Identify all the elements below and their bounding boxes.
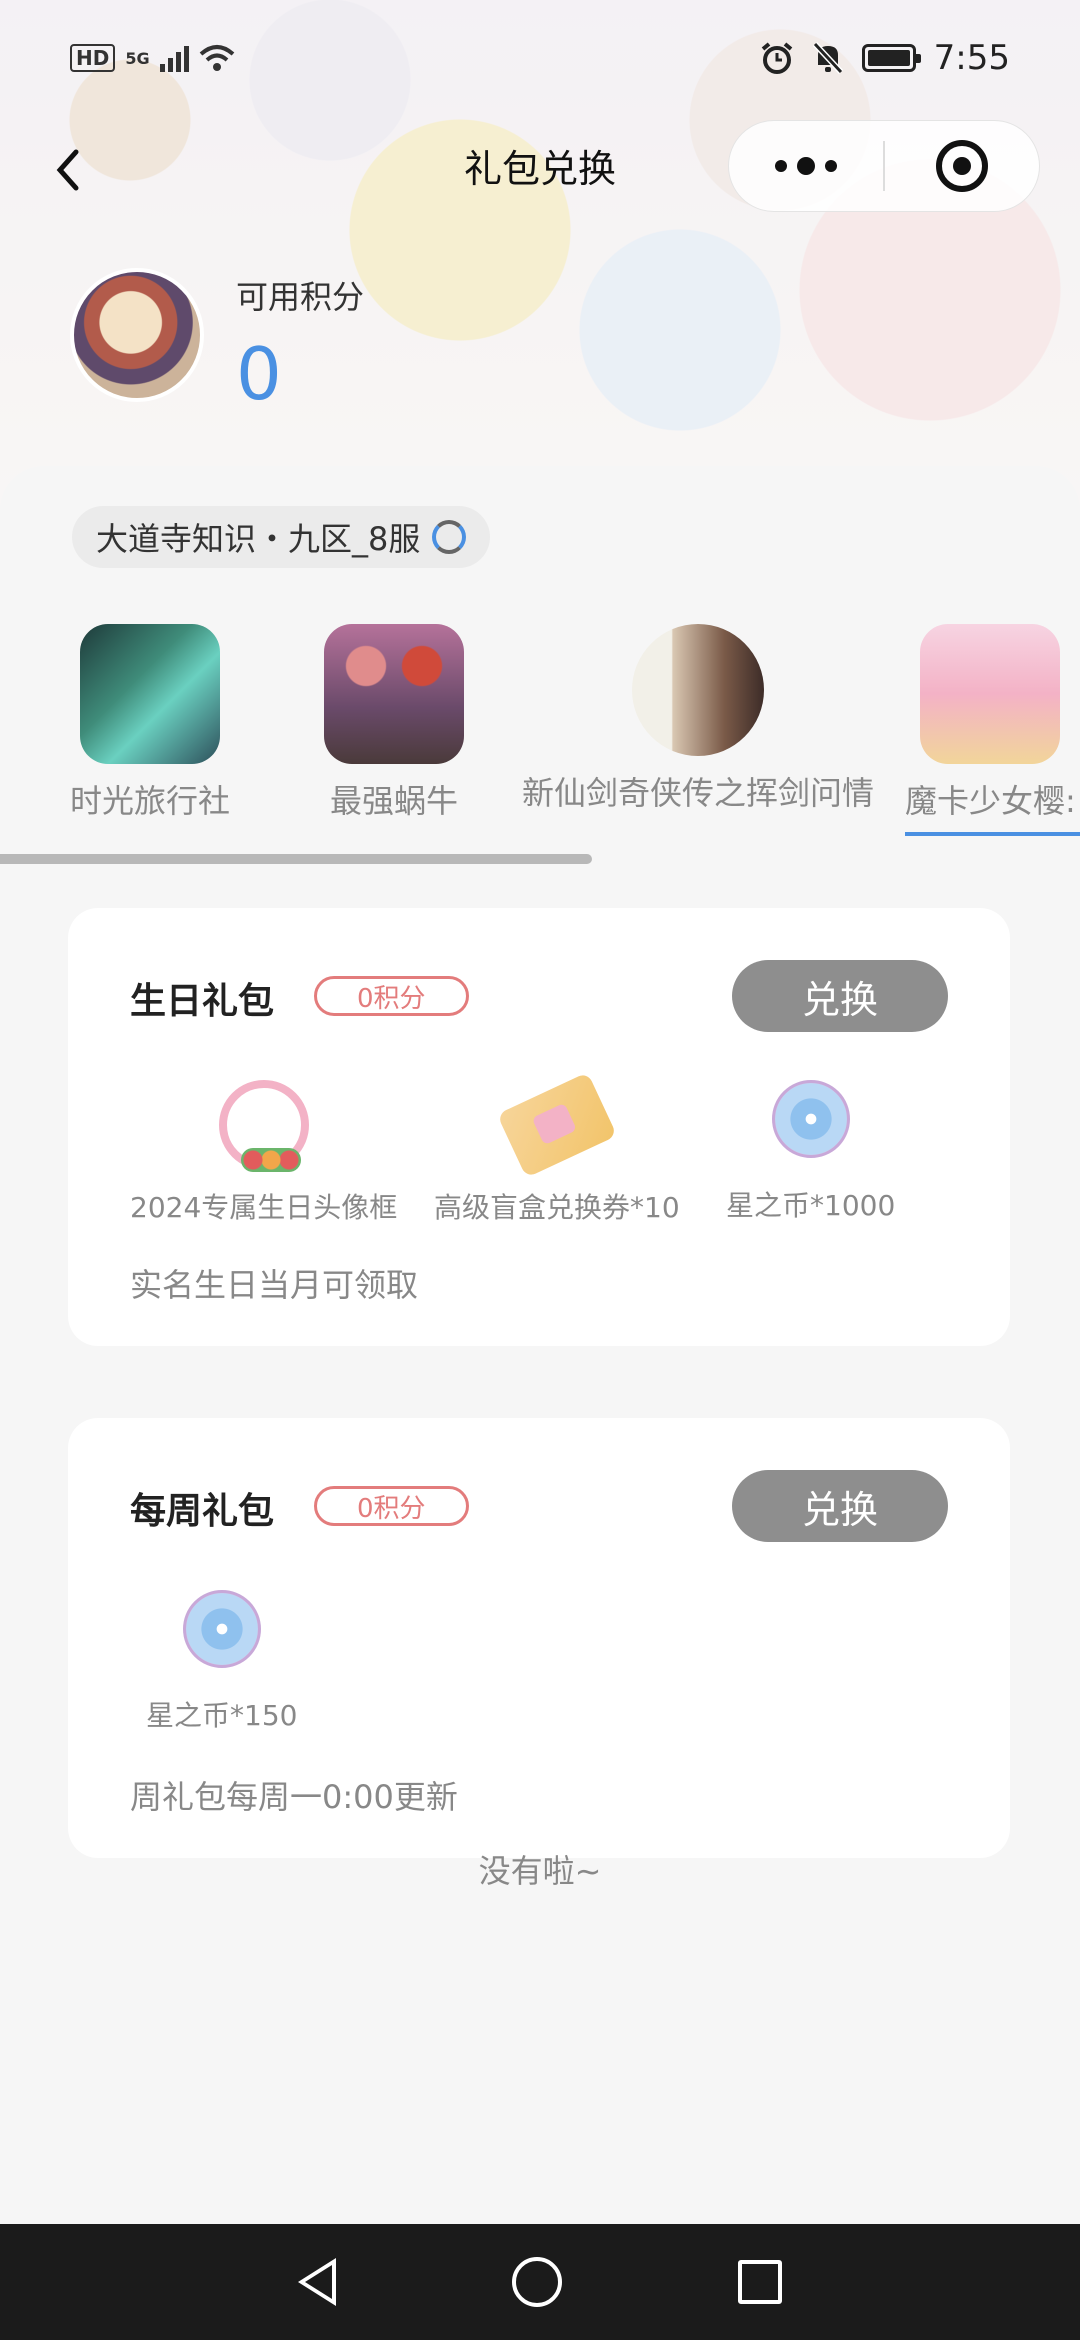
recents-nav-icon[interactable] bbox=[738, 2260, 782, 2304]
server-name: 大道寺知识・九区_8服 bbox=[96, 520, 421, 558]
refresh-icon[interactable] bbox=[432, 520, 467, 554]
home-nav-icon[interactable] bbox=[512, 2257, 562, 2307]
reward-item: 高级盲盒兑换券*10 bbox=[434, 1072, 680, 1226]
main-sheet: 大道寺知识・九区_8服 时光旅行社 最强蜗牛 新仙剑奇侠传之挥剑问情 魔卡少女樱… bbox=[0, 466, 1080, 2226]
game-icon bbox=[80, 624, 220, 764]
system-navigation-bar bbox=[0, 2224, 1080, 2340]
pack-note: 实名生日当月可领取 bbox=[130, 1266, 419, 1304]
game-name: 最强蜗牛 bbox=[329, 782, 458, 820]
pack-note: 周礼包每周一0:00更新 bbox=[130, 1778, 458, 1816]
points-value: 0 bbox=[236, 332, 282, 416]
horizontal-scrollbar[interactable] bbox=[0, 854, 592, 864]
points-label: 可用积分 bbox=[236, 278, 365, 316]
redeem-button[interactable]: 兑换 bbox=[732, 1470, 948, 1542]
game-tab[interactable]: 最强蜗牛 bbox=[324, 624, 464, 822]
game-icon bbox=[632, 624, 764, 756]
close-miniapp-button[interactable] bbox=[885, 121, 1039, 211]
star-coin-icon bbox=[771, 1080, 850, 1158]
game-name: 新仙剑奇侠传之挥剑问情 bbox=[522, 774, 875, 812]
avatar bbox=[70, 268, 204, 402]
signal-icon bbox=[159, 44, 189, 72]
game-name: 时光旅行社 bbox=[70, 782, 231, 820]
wifi-icon bbox=[199, 45, 234, 71]
end-of-list-text: 没有啦~ bbox=[478, 1852, 602, 1890]
avatar-frame-icon bbox=[218, 1080, 309, 1172]
target-icon bbox=[935, 140, 988, 192]
more-dots-icon bbox=[775, 157, 837, 175]
reward-label: 2024专属生日头像框 bbox=[130, 1191, 398, 1224]
alarm-icon bbox=[761, 42, 792, 74]
pack-title: 生日礼包 bbox=[130, 981, 275, 1022]
server-selector[interactable]: 大道寺知识・九区_8服 bbox=[72, 506, 491, 568]
star-coin-icon bbox=[182, 1590, 261, 1668]
mute-icon bbox=[812, 41, 843, 75]
cost-badge: 0积分 bbox=[314, 1486, 469, 1526]
back-nav-icon[interactable] bbox=[298, 2258, 336, 2306]
clock: 7:55 bbox=[933, 38, 1010, 78]
active-tab-indicator bbox=[905, 832, 1080, 836]
hd-indicator: HD bbox=[70, 44, 116, 72]
ticket-icon bbox=[496, 1072, 617, 1178]
miniapp-capsule bbox=[728, 120, 1040, 212]
reward-label: 星之币*1000 bbox=[726, 1189, 896, 1222]
network-type: 5G bbox=[125, 48, 150, 68]
game-icon bbox=[324, 624, 464, 764]
reward-label: 星之币*150 bbox=[146, 1699, 298, 1732]
reward-item: 2024专属生日头像框 bbox=[130, 1080, 397, 1226]
reward-item: 星之币*150 bbox=[146, 1590, 297, 1734]
cost-badge: 0积分 bbox=[314, 976, 469, 1016]
game-tab[interactable]: 新仙剑奇侠传之挥剑问情 bbox=[522, 624, 874, 814]
gift-pack-card: 每周礼包 0积分 兑换 星之币*150 周礼包每周一0:00更新 bbox=[68, 1418, 1010, 1858]
game-tabs: 时光旅行社 最强蜗牛 新仙剑奇侠传之挥剑问情 魔卡少女樱: bbox=[0, 624, 1080, 820]
game-tab-active[interactable]: 魔卡少女樱: bbox=[905, 624, 1076, 822]
battery-icon bbox=[861, 44, 921, 72]
gift-pack-card: 生日礼包 0积分 兑换 2024专属生日头像框 高级盲盒兑换券*10 星之币*1… bbox=[68, 908, 1010, 1346]
game-tab[interactable]: 时光旅行社 bbox=[70, 624, 230, 822]
game-name: 魔卡少女樱: bbox=[905, 782, 1076, 820]
status-bar: HD 5G 7:55 bbox=[0, 0, 1080, 120]
reward-item: 星之币*1000 bbox=[726, 1080, 895, 1224]
reward-label: 高级盲盒兑换券*10 bbox=[434, 1191, 680, 1224]
more-button[interactable] bbox=[729, 121, 883, 211]
pack-title: 每周礼包 bbox=[130, 1491, 275, 1532]
top-nav: 礼包兑换 bbox=[0, 120, 1080, 220]
redeem-button[interactable]: 兑换 bbox=[732, 960, 948, 1032]
game-icon bbox=[920, 624, 1061, 764]
